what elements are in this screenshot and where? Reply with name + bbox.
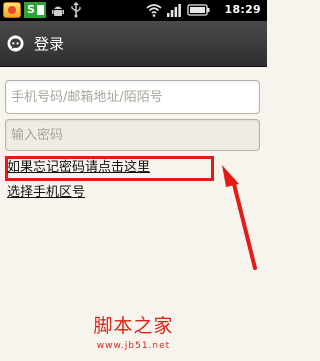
watermark-logo: 脚本之家 — [93, 315, 174, 337]
usb-icon — [71, 2, 81, 18]
momo-logo-icon — [7, 35, 24, 52]
clock: 18:29 — [224, 3, 261, 16]
choose-region-link[interactable]: 选择手机区号 — [7, 184, 85, 201]
forgot-password-link[interactable]: 如果忘记密码请点击这里 — [7, 159, 150, 176]
account-input[interactable] — [5, 80, 260, 114]
app-notification-icon — [3, 2, 21, 18]
status-bar: S 18:29 — [0, 0, 267, 21]
password-input[interactable] — [5, 119, 260, 151]
android-debug-icon — [52, 6, 64, 16]
watermark-url: www.jb51.net — [96, 341, 171, 351]
carrier-badge-label: S — [27, 3, 35, 16]
title-bar: 登录 — [0, 21, 267, 67]
wifi-icon — [146, 4, 162, 17]
sms-icon: S — [24, 2, 46, 18]
signal-icon — [167, 4, 181, 17]
page-title: 登录 — [34, 35, 65, 53]
battery-icon — [187, 4, 210, 16]
login-screen: S 18:29 登录 手机号码/邮箱地址/陌陌号 如果忘记密码请点击这里 选择手… — [0, 0, 267, 361]
